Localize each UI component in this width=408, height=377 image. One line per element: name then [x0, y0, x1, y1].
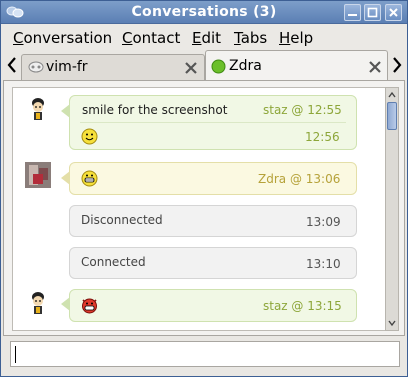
- tab-label: Zdra: [229, 58, 262, 74]
- close-window-button[interactable]: [385, 4, 402, 21]
- maximize-button[interactable]: [364, 4, 381, 21]
- close-icon: [389, 8, 398, 17]
- tab-bar: vim-fr Zdra: [1, 50, 407, 80]
- avatar: [32, 292, 44, 314]
- menu-edit[interactable]: Edit: [192, 29, 221, 47]
- status-text: Connected: [81, 255, 146, 269]
- title-bar[interactable]: Conversations (3): [1, 1, 407, 24]
- avatar: [25, 162, 51, 188]
- online-status-icon: [211, 59, 226, 74]
- chat-room-icon: [28, 61, 44, 73]
- status-bubble: Disconnected 13:09: [69, 205, 357, 237]
- devil-emoticon-icon: [82, 298, 97, 314]
- status-text: Disconnected: [81, 213, 163, 227]
- status-time: 13:10: [306, 257, 341, 271]
- message-log[interactable]: smile for the screenshot staz @ 12:55 12…: [12, 87, 388, 331]
- tab-scroll-left-icon[interactable]: [6, 56, 18, 74]
- menu-help[interactable]: Help: [279, 29, 313, 47]
- message-sender-time: Zdra @ 13:06: [258, 172, 341, 186]
- avatar: [32, 98, 44, 120]
- message-bubble: staz @ 13:15: [69, 289, 357, 322]
- divider: [80, 122, 346, 123]
- menu-tabs[interactable]: Tabs: [234, 29, 267, 47]
- message-bubble: smile for the screenshot staz @ 12:55 12…: [69, 95, 357, 150]
- close-tab-icon[interactable]: [368, 60, 382, 74]
- tab-zdra[interactable]: Zdra: [205, 50, 388, 80]
- message-sender-time: staz @ 12:55: [263, 103, 342, 117]
- scrollbar[interactable]: [385, 87, 399, 331]
- status-time: 13:09: [306, 215, 341, 229]
- menu-conversation[interactable]: Conversation: [13, 29, 112, 47]
- message-sender-time: staz @ 13:15: [263, 299, 342, 313]
- menu-contact[interactable]: Contact: [122, 29, 180, 47]
- conversations-window: Conversations (3) Conversation Contact E…: [0, 0, 408, 377]
- scroll-down-icon[interactable]: [386, 317, 398, 329]
- message-text: smile for the screenshot: [82, 103, 228, 117]
- message-time: 12:56: [305, 130, 340, 144]
- tab-scroll-right-icon[interactable]: [391, 56, 403, 74]
- message-bubble: Zdra @ 13:06: [69, 162, 357, 195]
- tab-vim-fr[interactable]: vim-fr: [21, 54, 205, 80]
- maximize-icon: [367, 7, 378, 18]
- grin-emoticon-icon: [81, 170, 98, 187]
- conversation-pane: smile for the screenshot staz @ 12:55 12…: [3, 80, 405, 336]
- menu-bar: Conversation Contact Edit Tabs Help: [1, 24, 407, 50]
- message-input[interactable]: [10, 341, 400, 367]
- scrollbar-thumb[interactable]: [387, 102, 397, 130]
- minimize-button[interactable]: [344, 4, 361, 21]
- scroll-up-icon[interactable]: [386, 89, 398, 101]
- status-bubble: Connected 13:10: [69, 247, 357, 279]
- close-tab-icon[interactable]: [184, 61, 198, 75]
- tab-label: vim-fr: [46, 59, 88, 75]
- minimize-icon: [348, 14, 357, 16]
- smile-emoticon-icon: [81, 128, 98, 145]
- text-caret: [15, 346, 16, 363]
